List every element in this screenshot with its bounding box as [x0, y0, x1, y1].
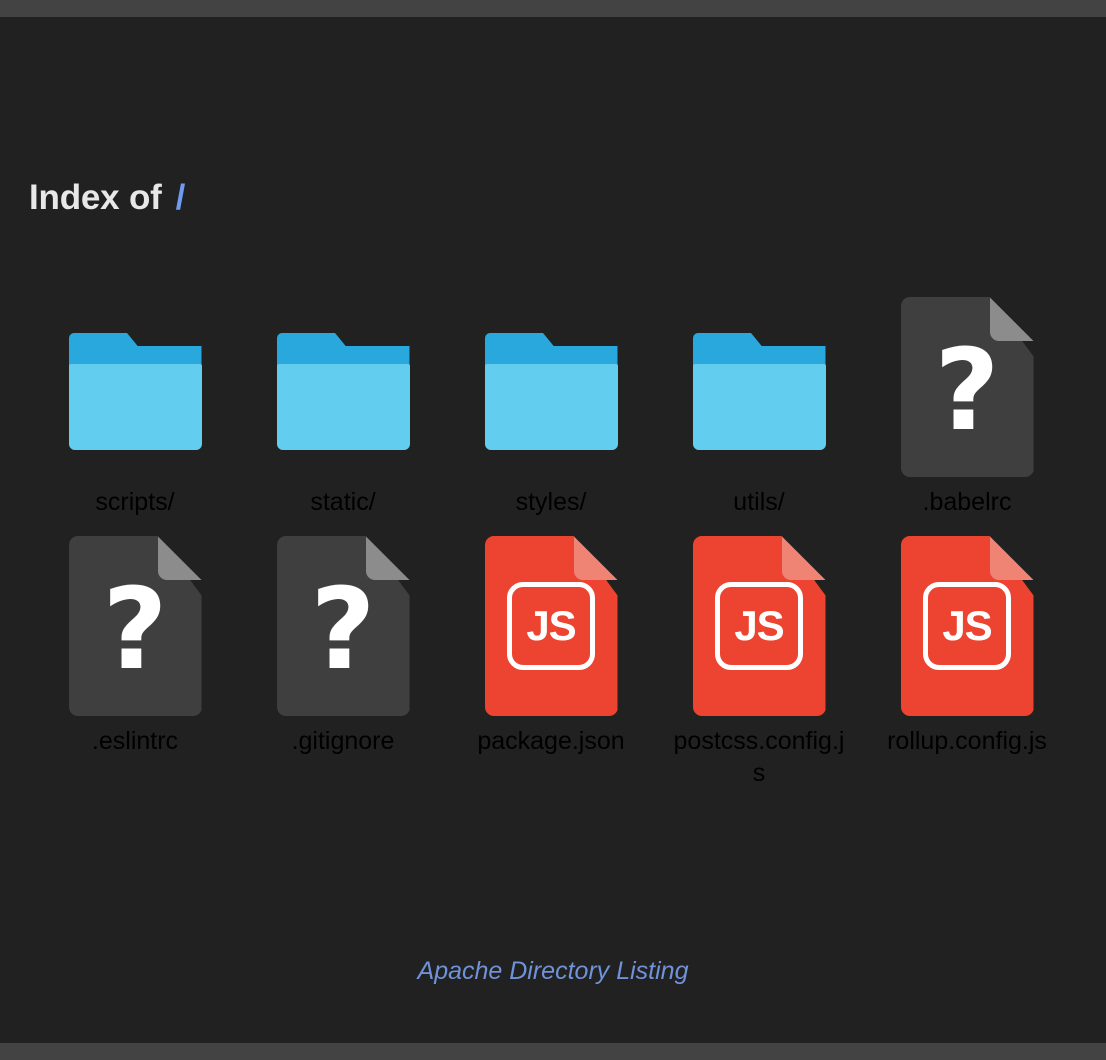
file-entry[interactable]: JS package.json	[447, 526, 655, 789]
entry-label[interactable]: .gitignore	[254, 725, 432, 757]
javascript-file-icon: JS	[901, 536, 1034, 716]
file-glyph: ?	[69, 536, 202, 716]
js-badge-label: JS	[734, 602, 783, 650]
file-entry[interactable]: ? .babelrc	[863, 287, 1071, 518]
entry-label[interactable]: static/	[254, 486, 432, 518]
folder-icon	[485, 333, 618, 450]
file-glyph: JS	[901, 536, 1034, 716]
entry-icon-box	[273, 287, 413, 477]
folder-icon	[693, 333, 826, 450]
folder-body	[485, 364, 618, 450]
entry-icon-box: ?	[273, 526, 413, 716]
entry-icon-box: ?	[65, 526, 205, 716]
directory-listing-page: Index of / scripts/static/styles/utils/?.…	[0, 17, 1106, 1043]
entry-icon-box	[689, 287, 829, 477]
entry-label[interactable]: .eslintrc	[46, 725, 224, 757]
entry-icon-box: JS	[481, 526, 621, 716]
entry-icon-box: JS	[897, 526, 1037, 716]
directory-entry[interactable]: static/	[239, 287, 447, 518]
entry-icon-box	[65, 287, 205, 477]
directory-entry[interactable]: styles/	[447, 287, 655, 518]
unknown-file-icon: ?	[901, 297, 1034, 477]
window-top-bar	[0, 0, 1106, 17]
entry-label[interactable]: package.json	[462, 725, 640, 757]
file-entry[interactable]: ? .eslintrc	[31, 526, 239, 789]
folder-icon	[69, 333, 202, 450]
entry-label[interactable]: postcss.config.js	[670, 725, 848, 789]
js-badge-label: JS	[942, 602, 991, 650]
entry-icon-box: ?	[897, 287, 1037, 477]
file-glyph: JS	[693, 536, 826, 716]
entry-label[interactable]: styles/	[462, 486, 640, 518]
entry-label[interactable]: scripts/	[46, 486, 224, 518]
folder-body	[69, 364, 202, 450]
entry-icon-box	[481, 287, 621, 477]
footer-text: Apache Directory Listing	[418, 957, 689, 985]
javascript-file-icon: JS	[485, 536, 618, 716]
file-entry[interactable]: ? .gitignore	[239, 526, 447, 789]
question-mark-glyph: ?	[311, 574, 376, 686]
file-glyph: ?	[901, 297, 1034, 477]
folder-body	[277, 364, 410, 450]
entry-label[interactable]: .babelrc	[878, 486, 1056, 518]
page-title: Index of /	[29, 178, 185, 218]
unknown-file-icon: ?	[69, 536, 202, 716]
unknown-file-icon: ?	[277, 536, 410, 716]
directory-entry[interactable]: utils/	[655, 287, 863, 518]
entry-icon-box: JS	[689, 526, 829, 716]
page-title-text: Index of	[29, 178, 162, 217]
question-mark-glyph: ?	[935, 335, 1000, 447]
question-mark-glyph: ?	[103, 574, 168, 686]
folder-icon	[277, 333, 410, 450]
file-entry[interactable]: JS postcss.config.js	[655, 526, 863, 789]
file-glyph: JS	[485, 536, 618, 716]
folder-body	[693, 364, 826, 450]
file-entry[interactable]: JS rollup.config.js	[863, 526, 1071, 789]
window-bottom-bar	[0, 1043, 1106, 1060]
javascript-file-icon: JS	[693, 536, 826, 716]
file-grid: scripts/static/styles/utils/? .babelrc? .e…	[31, 287, 1071, 797]
js-badge: JS	[507, 582, 595, 670]
entry-label[interactable]: utils/	[670, 486, 848, 518]
entry-label[interactable]: rollup.config.js	[878, 725, 1056, 757]
footer: Apache Directory Listing	[0, 957, 1106, 986]
page-title-path: /	[176, 178, 186, 217]
js-badge: JS	[715, 582, 803, 670]
directory-entry[interactable]: scripts/	[31, 287, 239, 518]
file-glyph: ?	[277, 536, 410, 716]
js-badge-label: JS	[526, 602, 575, 650]
js-badge: JS	[923, 582, 1011, 670]
